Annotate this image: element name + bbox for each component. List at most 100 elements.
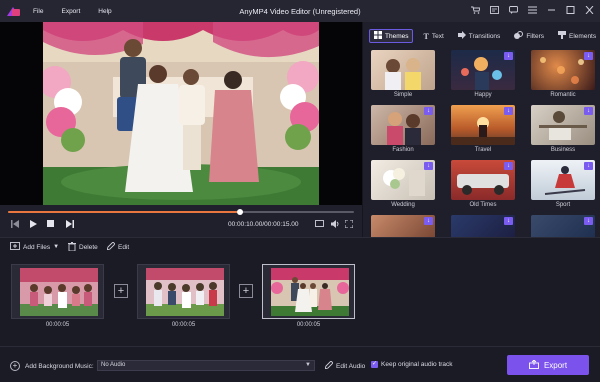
close-icon[interactable]	[584, 5, 594, 15]
video-preview[interactable]	[0, 22, 362, 205]
menu-file[interactable]: File	[33, 8, 43, 15]
register-icon[interactable]	[489, 5, 499, 15]
add-files-label: Add Files	[23, 243, 51, 251]
menu-export[interactable]: Export	[61, 8, 80, 15]
download-icon[interactable]: ↓	[504, 217, 513, 225]
theme-thumbnail: ↓	[531, 160, 595, 200]
theme-romantic[interactable]: ↓ Romantic	[531, 50, 595, 98]
chat-icon[interactable]	[508, 5, 518, 15]
download-icon[interactable]: ↓	[504, 162, 513, 170]
clip-duration: 00:00:05	[171, 322, 196, 328]
chevron-down-icon: ▼	[305, 362, 311, 368]
tab-filters[interactable]: Filters	[510, 29, 548, 43]
tab-text-label: Text	[431, 32, 444, 40]
add-background-music[interactable]: + Add Background Music:	[10, 361, 94, 371]
add-transition-button[interactable]: +	[114, 284, 128, 298]
theme-fashion[interactable]: ↓ Fashion	[371, 105, 435, 153]
tab-transitions[interactable]: Transitions	[454, 29, 505, 43]
clip-duration: 00:00:05	[296, 322, 321, 328]
export-button[interactable]: Export	[507, 355, 589, 375]
download-icon[interactable]: ↓	[584, 52, 593, 60]
add-files-icon	[10, 242, 20, 252]
aspect-ratio-icon[interactable]	[315, 220, 324, 229]
export-icon	[528, 358, 539, 371]
clip-thumbnail	[146, 268, 224, 316]
chevron-down-icon[interactable]: ▼	[53, 244, 59, 250]
edit-icon	[106, 241, 116, 252]
play-icon[interactable]	[29, 220, 37, 230]
audio-select[interactable]: No Audio ▼	[97, 360, 315, 371]
download-icon[interactable]: ↓	[504, 52, 513, 60]
theme-sport[interactable]: ↓ Sport	[531, 160, 595, 208]
effects-tabs: Themes T Text Transitions Filters Elemen…	[369, 28, 597, 44]
tab-themes[interactable]: Themes	[369, 29, 414, 43]
edit-audio-button[interactable]: Edit Audio	[324, 360, 365, 371]
next-frame-icon[interactable]	[66, 220, 75, 230]
text-icon: T	[423, 31, 429, 41]
theme-travel[interactable]: ↓ Travel	[451, 105, 515, 153]
app-logo-icon	[7, 6, 21, 16]
theme-thumbnail: ↓	[451, 50, 515, 90]
add-transition-button[interactable]: +	[239, 284, 253, 298]
timeline-clip[interactable]	[137, 264, 230, 319]
timeline-clip-selected[interactable]	[262, 264, 355, 319]
theme-more[interactable]: ↓	[371, 215, 435, 237]
clip-thumbnail	[271, 268, 349, 316]
download-icon[interactable]: ↓	[584, 162, 593, 170]
edit-label: Edit	[118, 243, 130, 251]
theme-label: Fashion	[392, 147, 414, 153]
theme-label: Business	[550, 147, 576, 153]
minimize-icon[interactable]	[546, 5, 556, 15]
audio-select-value: No Audio	[101, 362, 126, 368]
theme-wedding[interactable]: ↓ Wedding	[371, 160, 435, 208]
theme-label: Simple	[393, 92, 413, 98]
download-icon[interactable]: ↓	[584, 107, 593, 115]
stop-icon[interactable]	[47, 220, 54, 229]
fullscreen-icon[interactable]	[344, 219, 354, 230]
export-label: Export	[543, 360, 568, 370]
progress-track[interactable]	[8, 209, 354, 215]
transitions-icon	[457, 31, 466, 41]
edit-audio-icon	[324, 360, 334, 371]
timeline-clip[interactable]	[11, 264, 104, 319]
menu-icon[interactable]	[527, 5, 537, 15]
theme-label: Travel	[474, 147, 492, 153]
title-bar: File Export Help AnyMP4 Video Editor (Un…	[0, 0, 600, 22]
add-music-icon: +	[10, 361, 20, 371]
theme-label: Old Times	[469, 202, 497, 208]
theme-thumbnail: ↓	[531, 50, 595, 90]
edit-button[interactable]: Edit	[106, 241, 130, 252]
download-icon[interactable]: ↓	[424, 107, 433, 115]
download-icon[interactable]: ↓	[424, 162, 433, 170]
maximize-icon[interactable]	[565, 5, 575, 15]
progress-knob[interactable]	[236, 209, 243, 215]
menu-help[interactable]: Help	[98, 8, 111, 15]
download-icon[interactable]: ↓	[504, 107, 513, 115]
theme-more[interactable]: ↓	[531, 215, 595, 237]
theme-thumbnail: ↓	[451, 160, 515, 200]
bottom-bar: + Add Background Music: No Audio ▼ Edit …	[0, 346, 600, 382]
playback-controls: 00:00:10.00/00:00:15.00	[0, 205, 362, 237]
theme-more[interactable]: ↓	[451, 215, 515, 237]
clip-thumbnail	[20, 268, 98, 316]
theme-thumbnail: ↓	[371, 160, 435, 200]
theme-happy[interactable]: ↓ Happy	[451, 50, 515, 98]
download-icon[interactable]: ↓	[584, 217, 593, 225]
cart-icon[interactable]	[470, 5, 480, 15]
theme-old-times[interactable]: ↓ Old Times	[451, 160, 515, 208]
tab-text[interactable]: T Text	[419, 29, 447, 43]
keep-audio-checkbox[interactable]: ✓ Keep original audio track	[371, 361, 453, 368]
theme-simple[interactable]: Simple	[371, 50, 435, 98]
effects-panel: Themes T Text Transitions Filters Elemen…	[362, 22, 600, 237]
checkbox-checked-icon: ✓	[371, 361, 378, 368]
clip-duration: 00:00:05	[45, 322, 70, 328]
delete-button[interactable]: Delete	[68, 242, 98, 253]
themes-grid: Simple ↓ Happy ↓ Romantic ↓ Fashion ↓ Tr…	[371, 50, 595, 237]
download-icon[interactable]: ↓	[424, 217, 433, 225]
volume-icon[interactable]	[331, 220, 340, 230]
theme-thumbnail: ↓	[531, 215, 595, 237]
previous-frame-icon[interactable]	[10, 220, 19, 230]
add-files-button[interactable]: Add Files ▼	[10, 242, 59, 252]
tab-elements[interactable]: Elements	[554, 29, 600, 43]
theme-business[interactable]: ↓ Business	[531, 105, 595, 153]
